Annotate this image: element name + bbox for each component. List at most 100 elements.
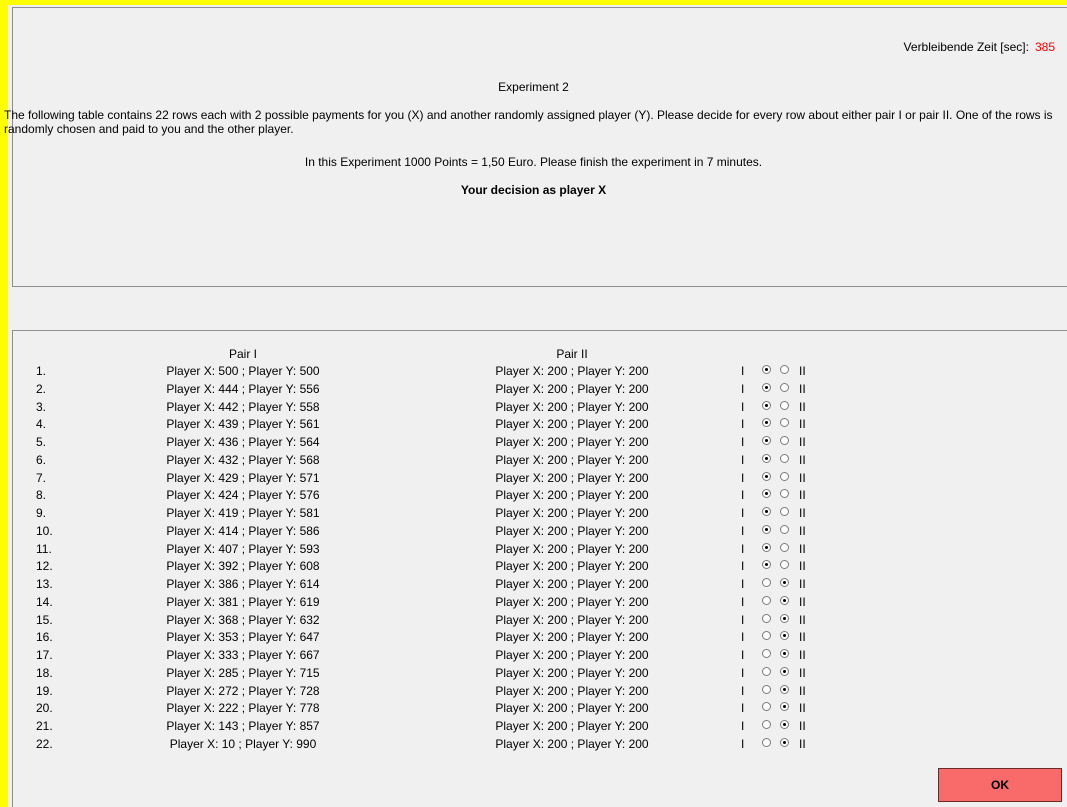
pair1-payoff: Player X: 272 ; Player Y: 728 — [166, 683, 320, 698]
radio-pair-ii[interactable] — [780, 720, 789, 729]
radio-pair-i[interactable] — [762, 560, 771, 570]
option-ii-label: II — [799, 488, 806, 503]
pair2-payoff: Player X: 200 ; Player Y: 200 — [495, 381, 649, 396]
radio-pair-i[interactable] — [762, 471, 771, 481]
pair1-payoff: Player X: 432 ; Player Y: 568 — [166, 452, 320, 467]
pair2-header: Pair II — [556, 347, 588, 361]
pair2-payoff: Player X: 200 ; Player Y: 200 — [495, 488, 649, 503]
radio-pair-i[interactable] — [762, 595, 771, 605]
radio-pair-ii[interactable] — [780, 489, 789, 499]
radio-pair-i[interactable] — [762, 578, 771, 587]
option-i-label: I — [741, 541, 745, 556]
radio-pair-ii[interactable] — [780, 684, 789, 694]
row-number: 17. — [36, 648, 53, 662]
pair2-payoff: Player X: 200 ; Player Y: 200 — [495, 541, 649, 556]
radio-pair-i[interactable] — [762, 418, 771, 428]
pair2-payoff: Player X: 200 ; Player Y: 200 — [495, 417, 649, 432]
radio-pair-ii[interactable] — [780, 649, 789, 658]
radio-pair-i[interactable] — [762, 649, 771, 658]
pair2-payoff: Player X: 200 ; Player Y: 200 — [495, 577, 649, 591]
pair1-payoff: Player X: 222 ; Player Y: 778 — [166, 701, 320, 716]
pair1-payoff: Player X: 436 ; Player Y: 564 — [166, 435, 320, 449]
radio-pair-ii[interactable] — [780, 453, 789, 463]
row-number: 16. — [36, 630, 53, 645]
option-ii-label: II — [799, 683, 806, 698]
radio-pair-i[interactable] — [762, 720, 771, 729]
pair1-payoff: Player X: 333 ; Player Y: 667 — [166, 648, 320, 662]
radio-pair-i[interactable] — [762, 507, 771, 516]
row-number: 1. — [36, 364, 47, 378]
option-i-label: I — [741, 399, 745, 414]
option-ii-label: II — [799, 577, 806, 591]
pair2-payoff: Player X: 200 ; Player Y: 200 — [495, 683, 649, 698]
option-i-label: I — [741, 630, 745, 645]
pair2-payoff: Player X: 200 ; Player Y: 200 — [495, 594, 649, 609]
pair2-payoff: Player X: 200 ; Player Y: 200 — [495, 399, 649, 414]
pair1-header: Pair I — [228, 347, 257, 361]
option-ii-label: II — [799, 470, 806, 485]
radio-pair-ii[interactable] — [780, 702, 789, 712]
radio-pair-ii[interactable] — [780, 400, 789, 410]
radio-pair-i[interactable] — [762, 453, 771, 463]
pair2-payoff: Player X: 200 ; Player Y: 200 — [495, 736, 649, 751]
option-i-label: I — [741, 470, 745, 485]
option-ii-label: II — [799, 719, 806, 733]
pair1-payoff: Player X: 368 ; Player Y: 632 — [166, 612, 320, 627]
radio-pair-ii[interactable] — [780, 542, 789, 552]
pair1-payoff: Player X: 424 ; Player Y: 576 — [166, 488, 320, 503]
pair2-payoff: Player X: 200 ; Player Y: 200 — [495, 719, 649, 733]
radio-pair-i[interactable] — [762, 631, 771, 641]
ok-button[interactable]: OK — [938, 768, 1062, 802]
radio-pair-i[interactable] — [762, 524, 771, 534]
table-row: 10. Player X: 414 ; Player Y: 586 Player X… — [0, 524, 1067, 542]
radio-pair-ii[interactable] — [780, 471, 789, 481]
radio-pair-ii[interactable] — [780, 631, 789, 641]
radio-pair-ii[interactable] — [780, 737, 789, 747]
radio-pair-i[interactable] — [762, 400, 771, 410]
radio-pair-i[interactable] — [762, 613, 771, 623]
radio-pair-ii[interactable] — [780, 418, 789, 428]
option-i-label: I — [741, 364, 745, 378]
option-i-label: I — [741, 523, 745, 538]
option-ii-label: II — [799, 541, 806, 556]
radio-pair-ii[interactable] — [780, 382, 789, 392]
radio-pair-ii[interactable] — [780, 365, 789, 374]
radio-pair-ii[interactable] — [780, 666, 789, 676]
option-i-label: I — [741, 506, 745, 520]
radio-pair-ii[interactable] — [780, 524, 789, 534]
pair1-payoff: Player X: 442 ; Player Y: 558 — [166, 399, 320, 414]
radio-pair-i[interactable] — [762, 382, 771, 392]
radio-pair-i[interactable] — [762, 436, 771, 445]
radio-pair-ii[interactable] — [780, 507, 789, 516]
row-number: 9. — [36, 506, 47, 520]
radio-pair-ii[interactable] — [780, 578, 789, 587]
radio-pair-ii[interactable] — [780, 560, 789, 570]
radio-pair-i[interactable] — [762, 542, 771, 552]
pair2-payoff: Player X: 200 ; Player Y: 200 — [495, 506, 649, 520]
option-ii-label: II — [799, 506, 806, 520]
option-ii-label: II — [799, 594, 806, 609]
pair2-payoff: Player X: 200 ; Player Y: 200 — [495, 665, 649, 680]
radio-pair-ii[interactable] — [780, 436, 789, 445]
radio-pair-i[interactable] — [762, 489, 771, 499]
points-info: In this Experiment 1000 Points = 1,50 Eu… — [304, 155, 763, 169]
row-number: 19. — [36, 683, 53, 698]
radio-pair-i[interactable] — [762, 666, 771, 676]
timer-value: 385 — [1034, 40, 1055, 54]
radio-pair-i[interactable] — [762, 365, 771, 374]
pair2-payoff: Player X: 200 ; Player Y: 200 — [495, 648, 649, 662]
table-row: 9. Player X: 419 ; Player Y: 581 Player X:… — [0, 506, 1067, 524]
row-number: 2. — [36, 381, 47, 396]
radio-pair-i[interactable] — [762, 702, 771, 712]
pair1-payoff: Player X: 500 ; Player Y: 500 — [166, 364, 320, 378]
option-ii-label: II — [799, 701, 806, 716]
radio-pair-ii[interactable] — [780, 595, 789, 605]
pair2-payoff: Player X: 200 ; Player Y: 200 — [495, 364, 649, 378]
option-ii-label: II — [799, 399, 806, 414]
radio-pair-i[interactable] — [762, 684, 771, 694]
radio-pair-ii[interactable] — [780, 613, 789, 623]
option-ii-label: II — [799, 364, 806, 378]
pair2-payoff: Player X: 200 ; Player Y: 200 — [495, 435, 649, 449]
radio-pair-i[interactable] — [762, 737, 771, 747]
pair1-payoff: Player X: 10 ; Player Y: 990 — [169, 736, 317, 751]
